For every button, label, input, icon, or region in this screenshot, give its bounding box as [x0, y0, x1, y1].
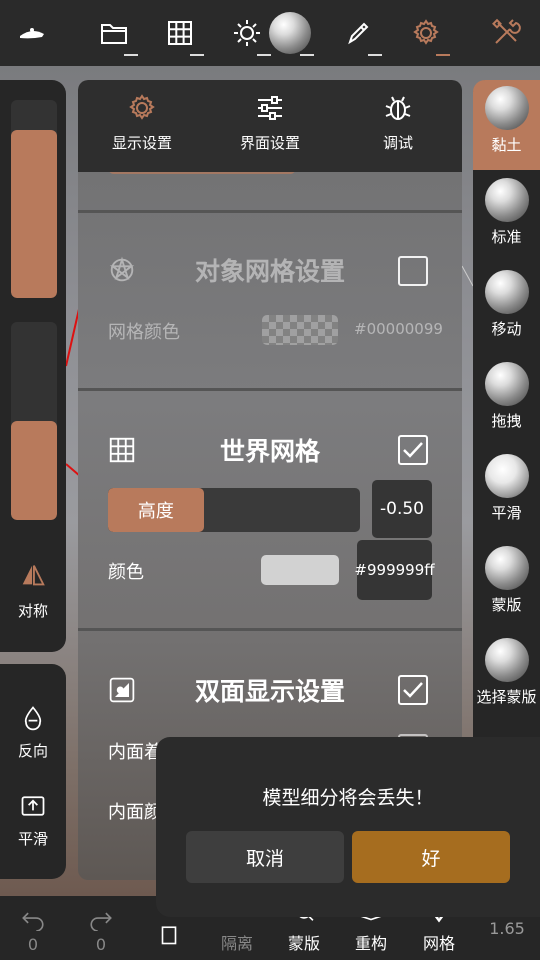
tab-interface-settings[interactable]: 界面设置	[206, 80, 334, 172]
grid-height-value[interactable]: -0.50	[372, 480, 432, 538]
intensity-slider[interactable]	[11, 322, 57, 520]
bug-icon	[385, 96, 411, 120]
sculpt-logo-icon[interactable]	[2, 0, 62, 66]
mesh-label: 网格	[422, 934, 455, 953]
grid-color-label: 颜色	[108, 562, 144, 583]
undo-count: 0	[27, 935, 39, 954]
radius-slider-fill	[11, 129, 57, 298]
tool-label: 选择蒙版	[476, 688, 537, 706]
version-text: 1.65	[489, 918, 525, 938]
grid-color-label: 网格颜色	[108, 322, 180, 343]
section-divider	[78, 628, 462, 631]
tool-label: 拖拽	[491, 412, 522, 430]
tool-smooth[interactable]: 平滑	[473, 448, 540, 538]
checkmark-icon	[403, 682, 423, 698]
tab-label: 调试	[382, 134, 413, 152]
grid-height-slider[interactable]: 高度	[108, 488, 360, 532]
world-grid-color-value[interactable]: #999999ff	[354, 540, 435, 600]
smooth-sphere-icon	[484, 454, 529, 498]
gear-icon[interactable]	[396, 0, 456, 66]
matcap-sphere-button[interactable]	[260, 0, 320, 66]
drop-icon	[24, 706, 42, 731]
redo-count: 0	[95, 935, 107, 954]
settings-tab-bar: 显示设置 界面设置 调试	[78, 80, 462, 172]
grid-height-fill: 高度	[108, 488, 204, 532]
smooth-label: 平滑	[17, 830, 48, 848]
tools-icon[interactable]	[476, 0, 536, 66]
world-grid-color-swatch[interactable]	[261, 555, 339, 585]
move-sphere-icon	[484, 270, 529, 314]
folder-icon[interactable]	[84, 0, 144, 66]
left-slider-panel: 对称	[0, 80, 66, 652]
tool-label: 标准	[491, 228, 522, 246]
upload-box-icon	[21, 796, 45, 816]
tab-display-settings[interactable]: 显示设置	[78, 80, 206, 172]
section-divider	[78, 210, 462, 213]
grid-icon[interactable]	[150, 0, 210, 66]
remesh-label: 重构	[354, 934, 387, 953]
book-icon	[161, 926, 177, 945]
gear-icon	[129, 94, 155, 120]
smooth-toggle-button[interactable]: 平滑	[0, 792, 66, 849]
ok-button[interactable]: 好	[352, 831, 510, 883]
world-grid-checkbox[interactable]	[398, 435, 428, 465]
tool-standard[interactable]: 标准	[473, 172, 540, 262]
brush-icon[interactable]	[328, 0, 388, 66]
tool-label: 平滑	[491, 504, 522, 522]
symmetry-icon	[22, 565, 45, 586]
symmetry-label: 对称	[17, 602, 48, 620]
tool-move[interactable]: 移动	[473, 264, 540, 354]
drag-sphere-icon	[484, 362, 529, 406]
object-grid-color-swatch[interactable]	[262, 315, 338, 345]
invert-button[interactable]: 反向	[0, 704, 66, 761]
tool-label: 黏土	[491, 136, 522, 154]
tool-drag[interactable]: 拖拽	[473, 356, 540, 446]
cancel-button[interactable]: 取消	[186, 831, 344, 883]
left-action-panel: 反向 平滑	[0, 664, 66, 879]
sliders-icon	[258, 96, 282, 120]
dialog-message: 模型细分将会丢失！	[262, 787, 434, 809]
mask-sphere-icon	[484, 546, 529, 590]
tool-mask[interactable]: 蒙版	[473, 540, 540, 630]
tool-label: 蒙版	[491, 596, 522, 614]
checkmark-icon	[403, 442, 423, 458]
intensity-slider-fill	[11, 421, 57, 520]
isolate-label: 隔离	[220, 934, 253, 953]
tool-label: 移动	[491, 320, 522, 338]
radius-slider[interactable]	[11, 100, 57, 298]
symmetry-button[interactable]: 对称	[0, 560, 66, 621]
undo-icon	[22, 912, 44, 931]
tab-debug[interactable]: 调试	[334, 80, 462, 172]
standard-sphere-icon	[484, 178, 529, 222]
invert-label: 反向	[17, 742, 48, 760]
undo-button[interactable]: 0	[0, 896, 66, 960]
double-sided-checkbox[interactable]	[398, 675, 428, 705]
grid-height-label: 高度	[137, 501, 174, 522]
select-mask-sphere-icon	[484, 638, 529, 682]
object-grid-color-value: #00000099	[354, 320, 443, 338]
tool-clay[interactable]: 黏土	[473, 80, 540, 170]
clay-sphere-icon	[484, 86, 529, 130]
object-grid-checkbox[interactable]	[398, 256, 428, 286]
tool-select-mask[interactable]: 选择蒙版	[473, 632, 540, 722]
tab-label: 界面设置	[239, 134, 300, 152]
tab-label: 显示设置	[111, 134, 172, 152]
mask-label: 蒙版	[287, 934, 320, 953]
section-divider	[78, 388, 462, 391]
redo-button[interactable]: 0	[68, 896, 134, 960]
top-toolbar	[0, 0, 540, 66]
confirm-dialog: 模型细分将会丢失！ 取消 好	[156, 737, 540, 917]
redo-icon	[90, 912, 112, 931]
